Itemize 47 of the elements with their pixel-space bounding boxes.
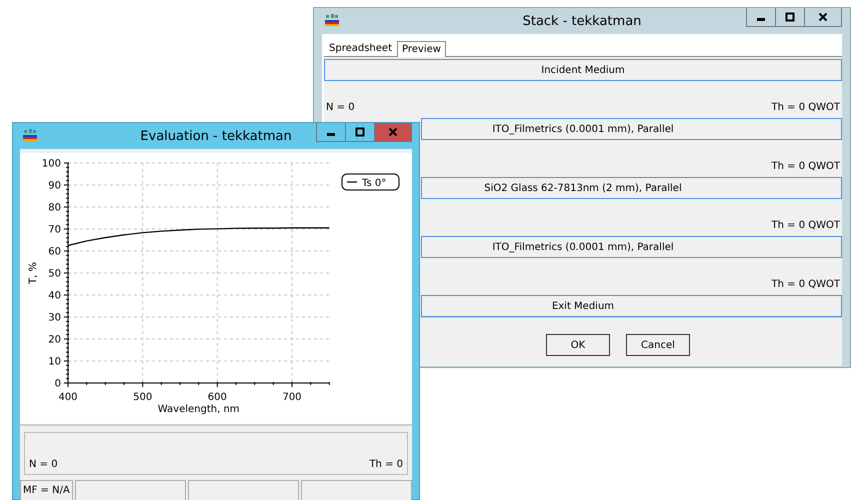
layer-bar[interactable]: ITO_Filmetrics (0.0001 mm), Parallel xyxy=(421,118,842,140)
layer-bar[interactable]: Incident Medium xyxy=(324,59,842,81)
tick-label: 700 xyxy=(282,392,302,403)
tick-label: 10 xyxy=(48,356,61,368)
tick-label: 0 xyxy=(54,378,61,390)
tick-label: 600 xyxy=(208,392,227,403)
maximize-icon xyxy=(355,127,365,137)
tick-label: 100 xyxy=(42,158,61,170)
minimize-button[interactable] xyxy=(746,8,776,27)
maximize-icon xyxy=(785,12,795,22)
tick-label: 40 xyxy=(48,290,61,302)
tick-label: 30 xyxy=(48,312,61,324)
legend-label: Ts 0° xyxy=(362,178,386,189)
app-icon xyxy=(324,14,340,28)
tick-label: 80 xyxy=(48,202,61,214)
layer-bar[interactable]: SiO2 Glass 62-7813nm (2 mm), Parallel xyxy=(421,177,842,199)
axis-title: Wavelength, nm xyxy=(158,404,240,415)
n-label: N = 0 xyxy=(326,102,355,113)
thickness-label: Th = 0 QWOT xyxy=(772,220,840,231)
close-button[interactable] xyxy=(804,8,842,27)
status-text: MF = N/A xyxy=(20,480,73,500)
tick-label: 70 xyxy=(48,224,61,236)
tick-label: 60 xyxy=(48,246,61,258)
legend-line xyxy=(347,181,357,183)
tick-label: 500 xyxy=(133,392,152,403)
cancel-button[interactable]: Cancel xyxy=(626,334,690,356)
thickness-label: Th = 0 QWOT xyxy=(772,161,840,172)
thickness-label: Th = 0 xyxy=(369,459,403,470)
close-icon xyxy=(818,12,828,22)
app-icon xyxy=(22,129,38,143)
tick-label: 400 xyxy=(58,392,78,403)
minimize-button[interactable] xyxy=(316,123,346,142)
tick-label: 20 xyxy=(48,334,61,346)
tick-label: 90 xyxy=(48,180,61,192)
tab[interactable]: Preview xyxy=(397,41,446,57)
close-icon xyxy=(388,127,398,137)
window-title: Stack - tekkatman xyxy=(522,14,642,28)
axis-title: T, % xyxy=(28,262,39,284)
ok-button[interactable]: OK xyxy=(546,334,610,356)
layer-bar[interactable]: ITO_Filmetrics (0.0001 mm), Parallel xyxy=(421,236,842,258)
n-label: N = 0 xyxy=(29,459,58,470)
legend-box xyxy=(342,174,400,190)
layer-bar[interactable]: Exit Medium xyxy=(421,295,842,317)
tick-label: 50 xyxy=(48,268,61,280)
window-title: Evaluation - tekkatman xyxy=(140,128,292,144)
thickness-label: Th = 0 QWOT xyxy=(772,279,840,290)
thickness-label: Th = 0 QWOT xyxy=(772,102,840,113)
